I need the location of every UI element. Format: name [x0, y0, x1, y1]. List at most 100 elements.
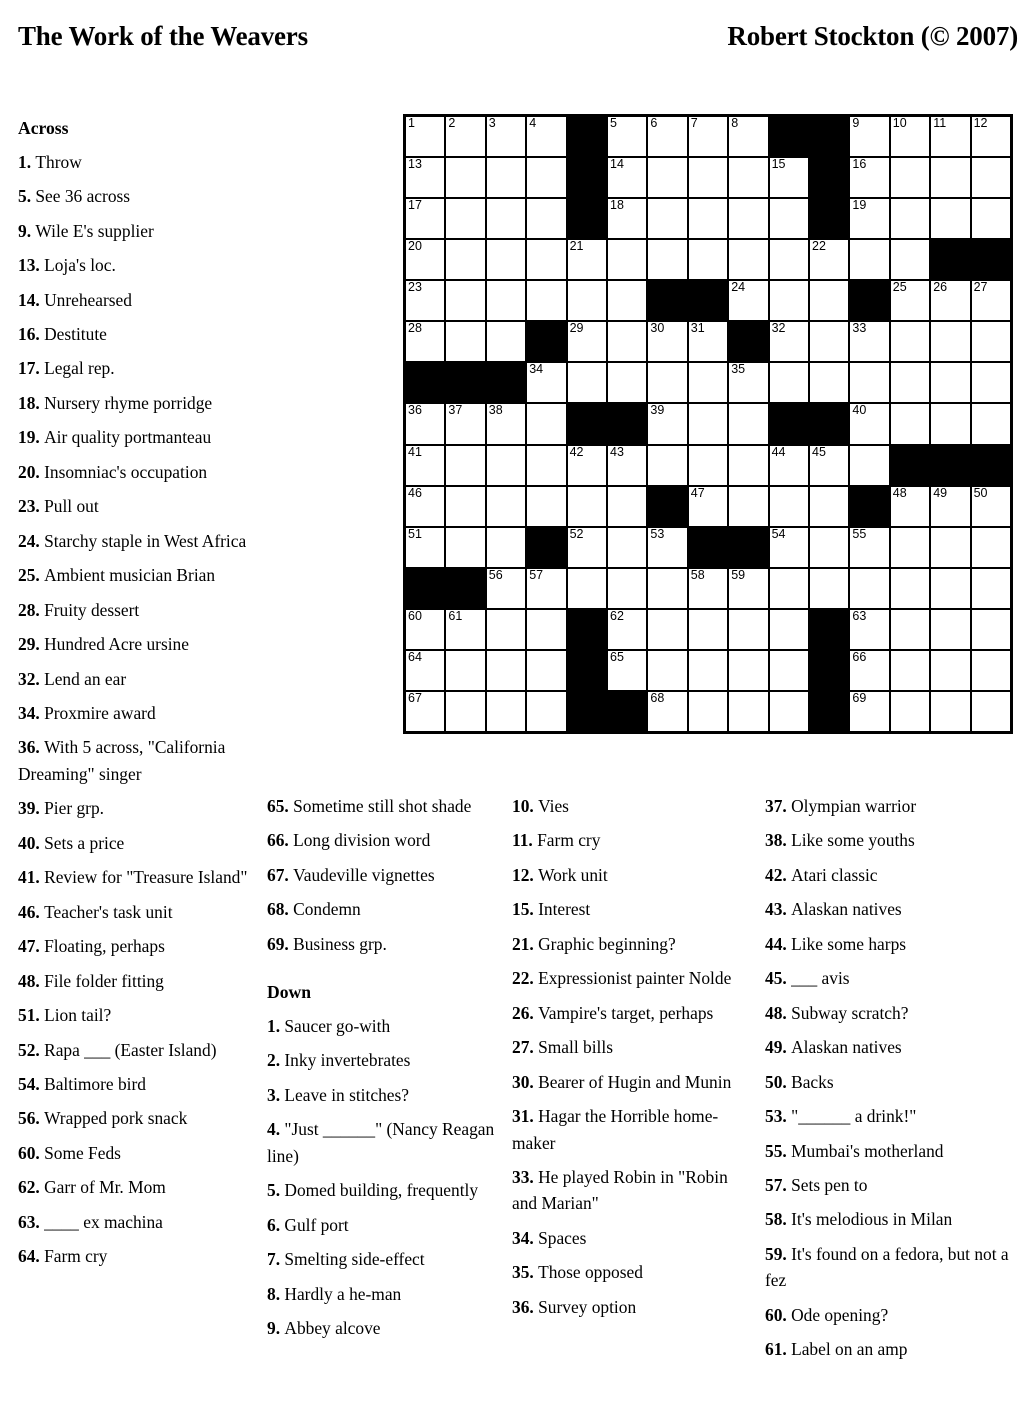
grid-cell[interactable] — [890, 609, 930, 649]
grid-cell[interactable] — [810, 486, 849, 526]
grid-cell[interactable] — [890, 158, 930, 198]
grid-cell[interactable] — [729, 404, 768, 444]
grid-cell[interactable]: 34 — [527, 362, 566, 403]
grid-cell[interactable]: 36 — [406, 403, 445, 444]
grid-cell[interactable] — [769, 568, 808, 608]
grid-cell[interactable]: 39 — [648, 403, 687, 444]
grid-cell[interactable] — [486, 240, 526, 280]
grid-cell[interactable]: 12 — [971, 116, 1010, 157]
grid-cell[interactable] — [486, 609, 526, 649]
grid-cell[interactable] — [810, 281, 849, 321]
grid-cell[interactable] — [446, 486, 485, 526]
grid-cell[interactable]: 25 — [890, 280, 930, 321]
grid-cell[interactable] — [931, 609, 970, 649]
grid-cell[interactable] — [931, 199, 970, 239]
grid-cell[interactable]: 60 — [406, 609, 445, 649]
grid-cell[interactable] — [446, 199, 485, 239]
grid-cell[interactable] — [971, 527, 1010, 567]
grid-cell[interactable] — [729, 691, 768, 731]
grid-cell[interactable]: 7 — [688, 116, 728, 157]
grid-cell[interactable]: 31 — [688, 321, 728, 362]
grid-cell[interactable]: 14 — [608, 157, 647, 198]
grid-cell[interactable]: 30 — [648, 321, 687, 362]
grid-cell[interactable] — [890, 650, 930, 690]
grid-cell[interactable] — [608, 240, 647, 280]
grid-cell[interactable]: 17 — [406, 198, 445, 239]
grid-cell[interactable] — [769, 363, 808, 403]
grid-cell[interactable]: 64 — [406, 650, 445, 690]
grid-cell[interactable] — [527, 486, 566, 526]
grid-cell[interactable]: 15 — [769, 157, 808, 198]
grid-cell[interactable] — [446, 691, 485, 731]
grid-cell[interactable] — [688, 158, 728, 198]
grid-cell[interactable] — [971, 568, 1010, 608]
grid-cell[interactable]: 40 — [850, 403, 889, 444]
grid-cell[interactable]: 58 — [688, 568, 728, 608]
grid-cell[interactable]: 48 — [890, 486, 930, 526]
grid-cell[interactable] — [486, 158, 526, 198]
grid-cell[interactable]: 38 — [486, 403, 526, 444]
grid-cell[interactable] — [769, 281, 808, 321]
grid-cell[interactable] — [648, 445, 687, 485]
grid-cell[interactable] — [931, 363, 970, 403]
grid-cell[interactable] — [648, 650, 687, 690]
grid-cell[interactable]: 49 — [931, 486, 970, 526]
grid-cell[interactable] — [608, 568, 647, 608]
grid-cell[interactable]: 59 — [729, 568, 768, 608]
grid-cell[interactable] — [931, 158, 970, 198]
grid-cell[interactable]: 35 — [729, 362, 768, 403]
grid-cell[interactable]: 24 — [729, 280, 768, 321]
grid-cell[interactable] — [971, 158, 1010, 198]
grid-cell[interactable] — [527, 281, 566, 321]
grid-cell[interactable] — [769, 691, 808, 731]
grid-cell[interactable]: 3 — [486, 116, 526, 157]
grid-cell[interactable] — [608, 281, 647, 321]
grid-cell[interactable] — [527, 445, 566, 485]
grid-cell[interactable] — [850, 240, 889, 280]
grid-cell[interactable] — [486, 322, 526, 362]
grid-cell[interactable] — [608, 486, 647, 526]
grid-cell[interactable] — [971, 691, 1010, 731]
grid-cell[interactable] — [810, 363, 849, 403]
grid-cell[interactable] — [486, 486, 526, 526]
grid-cell[interactable] — [527, 240, 566, 280]
grid-cell[interactable]: 66 — [850, 650, 889, 690]
grid-cell[interactable] — [688, 199, 728, 239]
grid-cell[interactable] — [567, 568, 606, 608]
grid-cell[interactable]: 22 — [810, 239, 849, 280]
grid-cell[interactable] — [890, 199, 930, 239]
grid-cell[interactable] — [729, 158, 768, 198]
grid-cell[interactable] — [850, 363, 889, 403]
grid-cell[interactable] — [729, 199, 768, 239]
grid-cell[interactable] — [729, 445, 768, 485]
grid-cell[interactable]: 26 — [931, 280, 970, 321]
crossword-grid[interactable]: 1 2 3 4 5 6 7 8 9 10 11 12 13 14 15 16 17 18 19 20 21 22 23 24 2… — [403, 114, 1013, 734]
grid-cell[interactable] — [688, 609, 728, 649]
grid-cell[interactable]: 67 — [406, 691, 445, 731]
grid-cell[interactable]: 13 — [406, 157, 445, 198]
grid-cell[interactable] — [527, 158, 566, 198]
grid-cell[interactable] — [527, 691, 566, 731]
grid-cell[interactable]: 16 — [850, 157, 889, 198]
grid-cell[interactable]: 6 — [648, 116, 687, 157]
grid-cell[interactable] — [890, 322, 930, 362]
grid-cell[interactable]: 23 — [406, 280, 445, 321]
grid-cell[interactable]: 2 — [446, 116, 485, 157]
grid-cell[interactable]: 47 — [688, 486, 728, 526]
grid-cell[interactable] — [769, 199, 808, 239]
grid-cell[interactable]: 69 — [850, 691, 889, 731]
grid-cell[interactable]: 41 — [406, 445, 445, 485]
grid-cell[interactable] — [486, 445, 526, 485]
grid-cell[interactable] — [971, 650, 1010, 690]
grid-cell[interactable] — [810, 568, 849, 608]
grid-cell[interactable]: 20 — [406, 239, 445, 280]
grid-cell[interactable]: 42 — [567, 445, 606, 485]
grid-cell[interactable] — [971, 609, 1010, 649]
grid-cell[interactable] — [567, 281, 606, 321]
grid-cell[interactable] — [931, 527, 970, 567]
grid-cell[interactable] — [850, 568, 889, 608]
grid-cell[interactable] — [486, 199, 526, 239]
grid-cell[interactable]: 4 — [527, 116, 566, 157]
grid-cell[interactable] — [446, 322, 485, 362]
grid-cell[interactable] — [890, 404, 930, 444]
